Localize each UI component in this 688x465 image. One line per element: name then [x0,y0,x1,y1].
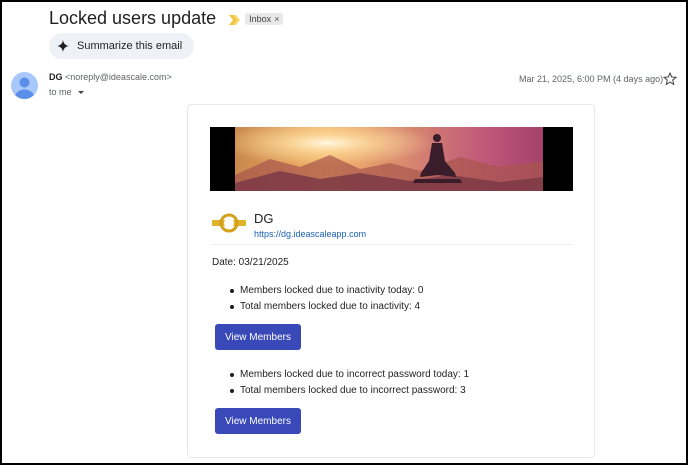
sender-line: DG <noreply@ideascale.com> [49,72,172,82]
report-date: Date: 03/21/2025 [212,257,289,268]
sender-name[interactable]: DG [49,72,63,82]
list-item: Total members locked due to inactivity: … [228,301,568,317]
password-list: Members locked due to incorrect password… [228,369,568,401]
chevron-down-icon [77,90,84,94]
summarize-email-button[interactable]: Summarize this email [49,33,195,59]
subject-row: Locked users update Inbox × [49,8,284,29]
email-subject: Locked users update [49,8,217,28]
divider [212,244,572,245]
recipient-details-toggle[interactable]: to me [49,87,84,97]
org-name: DG [254,211,274,226]
org-link[interactable]: https://dg.ideascaleapp.com [254,229,366,239]
inbox-label-text: Inbox [249,13,272,24]
person-avatar-icon [15,77,34,99]
sender-email: <noreply@ideascale.com> [65,72,172,82]
remove-label-icon[interactable]: × [274,14,279,24]
sender-avatar[interactable] [11,72,38,99]
to-me-label: to me [49,87,72,97]
list-item: Members locked due to incorrect password… [228,369,568,385]
list-item: Members locked due to inactivity today: … [228,285,568,301]
email-date: Mar 21, 2025, 6:00 PM (4 days ago) [519,74,664,84]
star-icon[interactable] [663,72,677,86]
inactivity-list: Members locked due to inactivity today: … [228,285,568,317]
sparkle-icon [57,40,69,52]
header-banner-image [210,127,573,191]
email-body-card: DG https://dg.ideascaleapp.com Date: 03/… [187,104,595,458]
inbox-label-chip[interactable]: Inbox × [245,12,284,25]
importance-marker-icon[interactable] [228,13,242,25]
gold-ring-logo [212,212,246,234]
summarize-label: Summarize this email [77,40,183,52]
email-view: Locked users update Inbox × Summarize th… [0,0,688,465]
list-item: Total members locked due to incorrect pa… [228,385,568,401]
view-members-password-button[interactable]: View Members [215,408,301,434]
view-members-inactivity-button[interactable]: View Members [215,324,301,350]
